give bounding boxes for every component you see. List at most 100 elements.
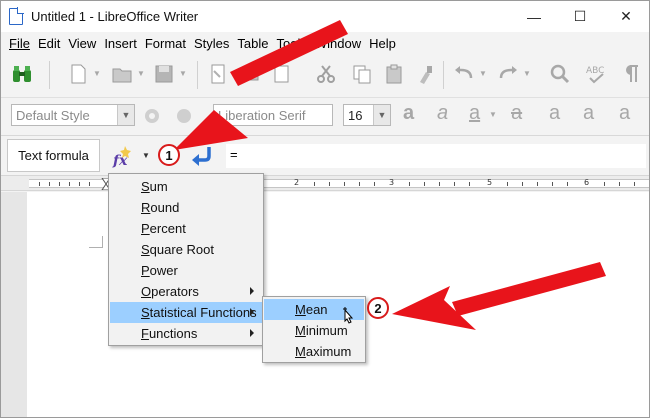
open-folder-icon[interactable] [111, 63, 133, 85]
ruler-tick [79, 182, 80, 186]
chevron-down-icon[interactable]: ▼ [117, 105, 134, 125]
submenu-arrow-icon [250, 287, 254, 295]
ruler-tick [454, 182, 455, 186]
spelling-icon[interactable]: ABC [585, 63, 607, 85]
ruler-tick [39, 182, 40, 186]
formatting-marks-icon[interactable] [621, 63, 643, 85]
ruler-tick [314, 182, 315, 186]
font-size-combo[interactable]: 16 ▼ [343, 104, 391, 126]
new-dropdown-arrow-icon[interactable]: ▼ [93, 69, 101, 78]
menu-insert[interactable]: Insert [100, 36, 141, 51]
print-icon[interactable] [239, 63, 261, 85]
menu-window[interactable]: Window [311, 36, 365, 51]
menu-view[interactable]: View [64, 36, 100, 51]
ruler-number: 2 [294, 178, 300, 187]
find-binoculars-icon[interactable] [11, 63, 33, 85]
menu-help[interactable]: Help [365, 36, 400, 51]
annotation-badge-1: 1 [158, 144, 180, 166]
menu-format[interactable]: Format [141, 36, 190, 51]
paragraph-style-value: Default Style [16, 108, 90, 123]
redo-dropdown-arrow-icon[interactable]: ▼ [523, 69, 531, 78]
menu-item-square-root[interactable]: Square Root [110, 239, 262, 260]
cut-icon[interactable] [315, 63, 337, 85]
new-document-icon[interactable] [67, 63, 89, 85]
undo-dropdown-arrow-icon[interactable]: ▼ [479, 69, 487, 78]
superscript-icon[interactable]: a [549, 102, 560, 125]
formula-input[interactable]: = [226, 144, 646, 168]
redo-icon[interactable] [497, 63, 519, 85]
toolbar-separator [197, 61, 198, 89]
ruler-tick [619, 182, 620, 186]
underline-dropdown-arrow-icon[interactable]: ▼ [489, 110, 497, 119]
menu-tools[interactable]: Tools [272, 36, 310, 51]
close-button[interactable]: ✕ [603, 1, 649, 32]
print-preview-icon[interactable] [271, 63, 293, 85]
text-boundary-corner [89, 236, 103, 248]
menu-item-maximum[interactable]: Maximum [264, 341, 364, 362]
undo-icon[interactable] [453, 63, 475, 85]
mouse-pointer-icon [343, 307, 354, 324]
annotation-badge-2: 2 [367, 297, 389, 319]
formatting-toolbar: Default Style ▼ Liberation Serif 16 ▼ a … [1, 97, 649, 133]
clone-formatting-icon[interactable] [415, 63, 437, 85]
menu-bar: File Edit View Insert Format Styles Tabl… [1, 32, 649, 54]
menu-item-functions[interactable]: Functions [110, 323, 262, 344]
maximize-button[interactable]: ☐ [557, 1, 603, 32]
apply-formula-icon[interactable] [189, 144, 215, 168]
bold-icon[interactable]: a [403, 102, 414, 125]
menu-file[interactable]: File [5, 36, 34, 51]
ruler-tick [522, 182, 523, 186]
font-size-value: 16 [348, 108, 363, 123]
ruler-tick [507, 182, 508, 186]
ruler-tick [409, 182, 410, 186]
menu-edit[interactable]: Edit [34, 36, 64, 51]
export-pdf-icon[interactable] [207, 63, 229, 85]
menu-item-power[interactable]: Power [110, 260, 262, 281]
formula-fx-icon[interactable]: fx [111, 144, 137, 168]
ruler-tick [537, 182, 538, 186]
menu-item-sum[interactable]: Sum [110, 176, 262, 197]
standard-toolbar: ▼ ▼ ▼ ▼ ▼ ABC [1, 55, 649, 95]
formula-dropdown-arrow-icon[interactable]: ▼ [142, 151, 150, 160]
save-icon[interactable] [153, 63, 175, 85]
open-dropdown-arrow-icon[interactable]: ▼ [137, 69, 145, 78]
shadow-icon[interactable]: a [619, 102, 630, 125]
window-title: Untitled 1 - LibreOffice Writer [31, 9, 199, 24]
title-bar: Untitled 1 - LibreOffice Writer — ☐ ✕ [1, 1, 649, 32]
svg-text:fx: fx [112, 153, 128, 168]
menu-styles[interactable]: Styles [190, 36, 233, 51]
ruler-tick [552, 182, 553, 186]
submenu-arrow-icon [250, 329, 254, 337]
ruler-tick [329, 182, 330, 186]
paste-icon[interactable] [383, 63, 405, 85]
font-name-combo[interactable]: Liberation Serif [213, 104, 333, 126]
menu-table[interactable]: Table [233, 36, 272, 51]
strikethrough-icon[interactable]: a [511, 102, 522, 125]
copy-icon[interactable] [351, 63, 373, 85]
minimize-button[interactable]: — [511, 1, 557, 32]
find-replace-icon[interactable] [549, 63, 571, 85]
new-style-icon[interactable] [173, 105, 195, 127]
menu-item-percent[interactable]: Percent [110, 218, 262, 239]
ruler-tick [89, 182, 90, 186]
formula-bar: Text formula fx ▼ = [1, 135, 649, 175]
formula-name-box[interactable]: Text formula [7, 139, 100, 172]
ruler-tick [567, 182, 568, 186]
ruler-tick [439, 182, 440, 186]
save-dropdown-arrow-icon[interactable]: ▼ [179, 69, 187, 78]
ruler-tick [604, 182, 605, 186]
menu-item-operators[interactable]: Operators [110, 281, 262, 302]
ruler-tick [374, 182, 375, 186]
paragraph-style-combo[interactable]: Default Style ▼ [11, 104, 135, 126]
italic-icon[interactable]: a [437, 102, 448, 125]
ruler-tick [69, 182, 70, 186]
chevron-down-icon[interactable]: ▼ [373, 105, 390, 125]
ruler-tick [359, 182, 360, 186]
toolbar-separator [443, 61, 444, 89]
menu-item-round[interactable]: Round [110, 197, 262, 218]
update-style-icon[interactable] [141, 105, 163, 127]
subscript-icon[interactable]: a [583, 102, 594, 125]
ruler-number: 5 [487, 178, 493, 187]
menu-item-statistical-functions[interactable]: Statistical Functions [110, 302, 262, 323]
underline-icon[interactable]: a [469, 102, 480, 125]
